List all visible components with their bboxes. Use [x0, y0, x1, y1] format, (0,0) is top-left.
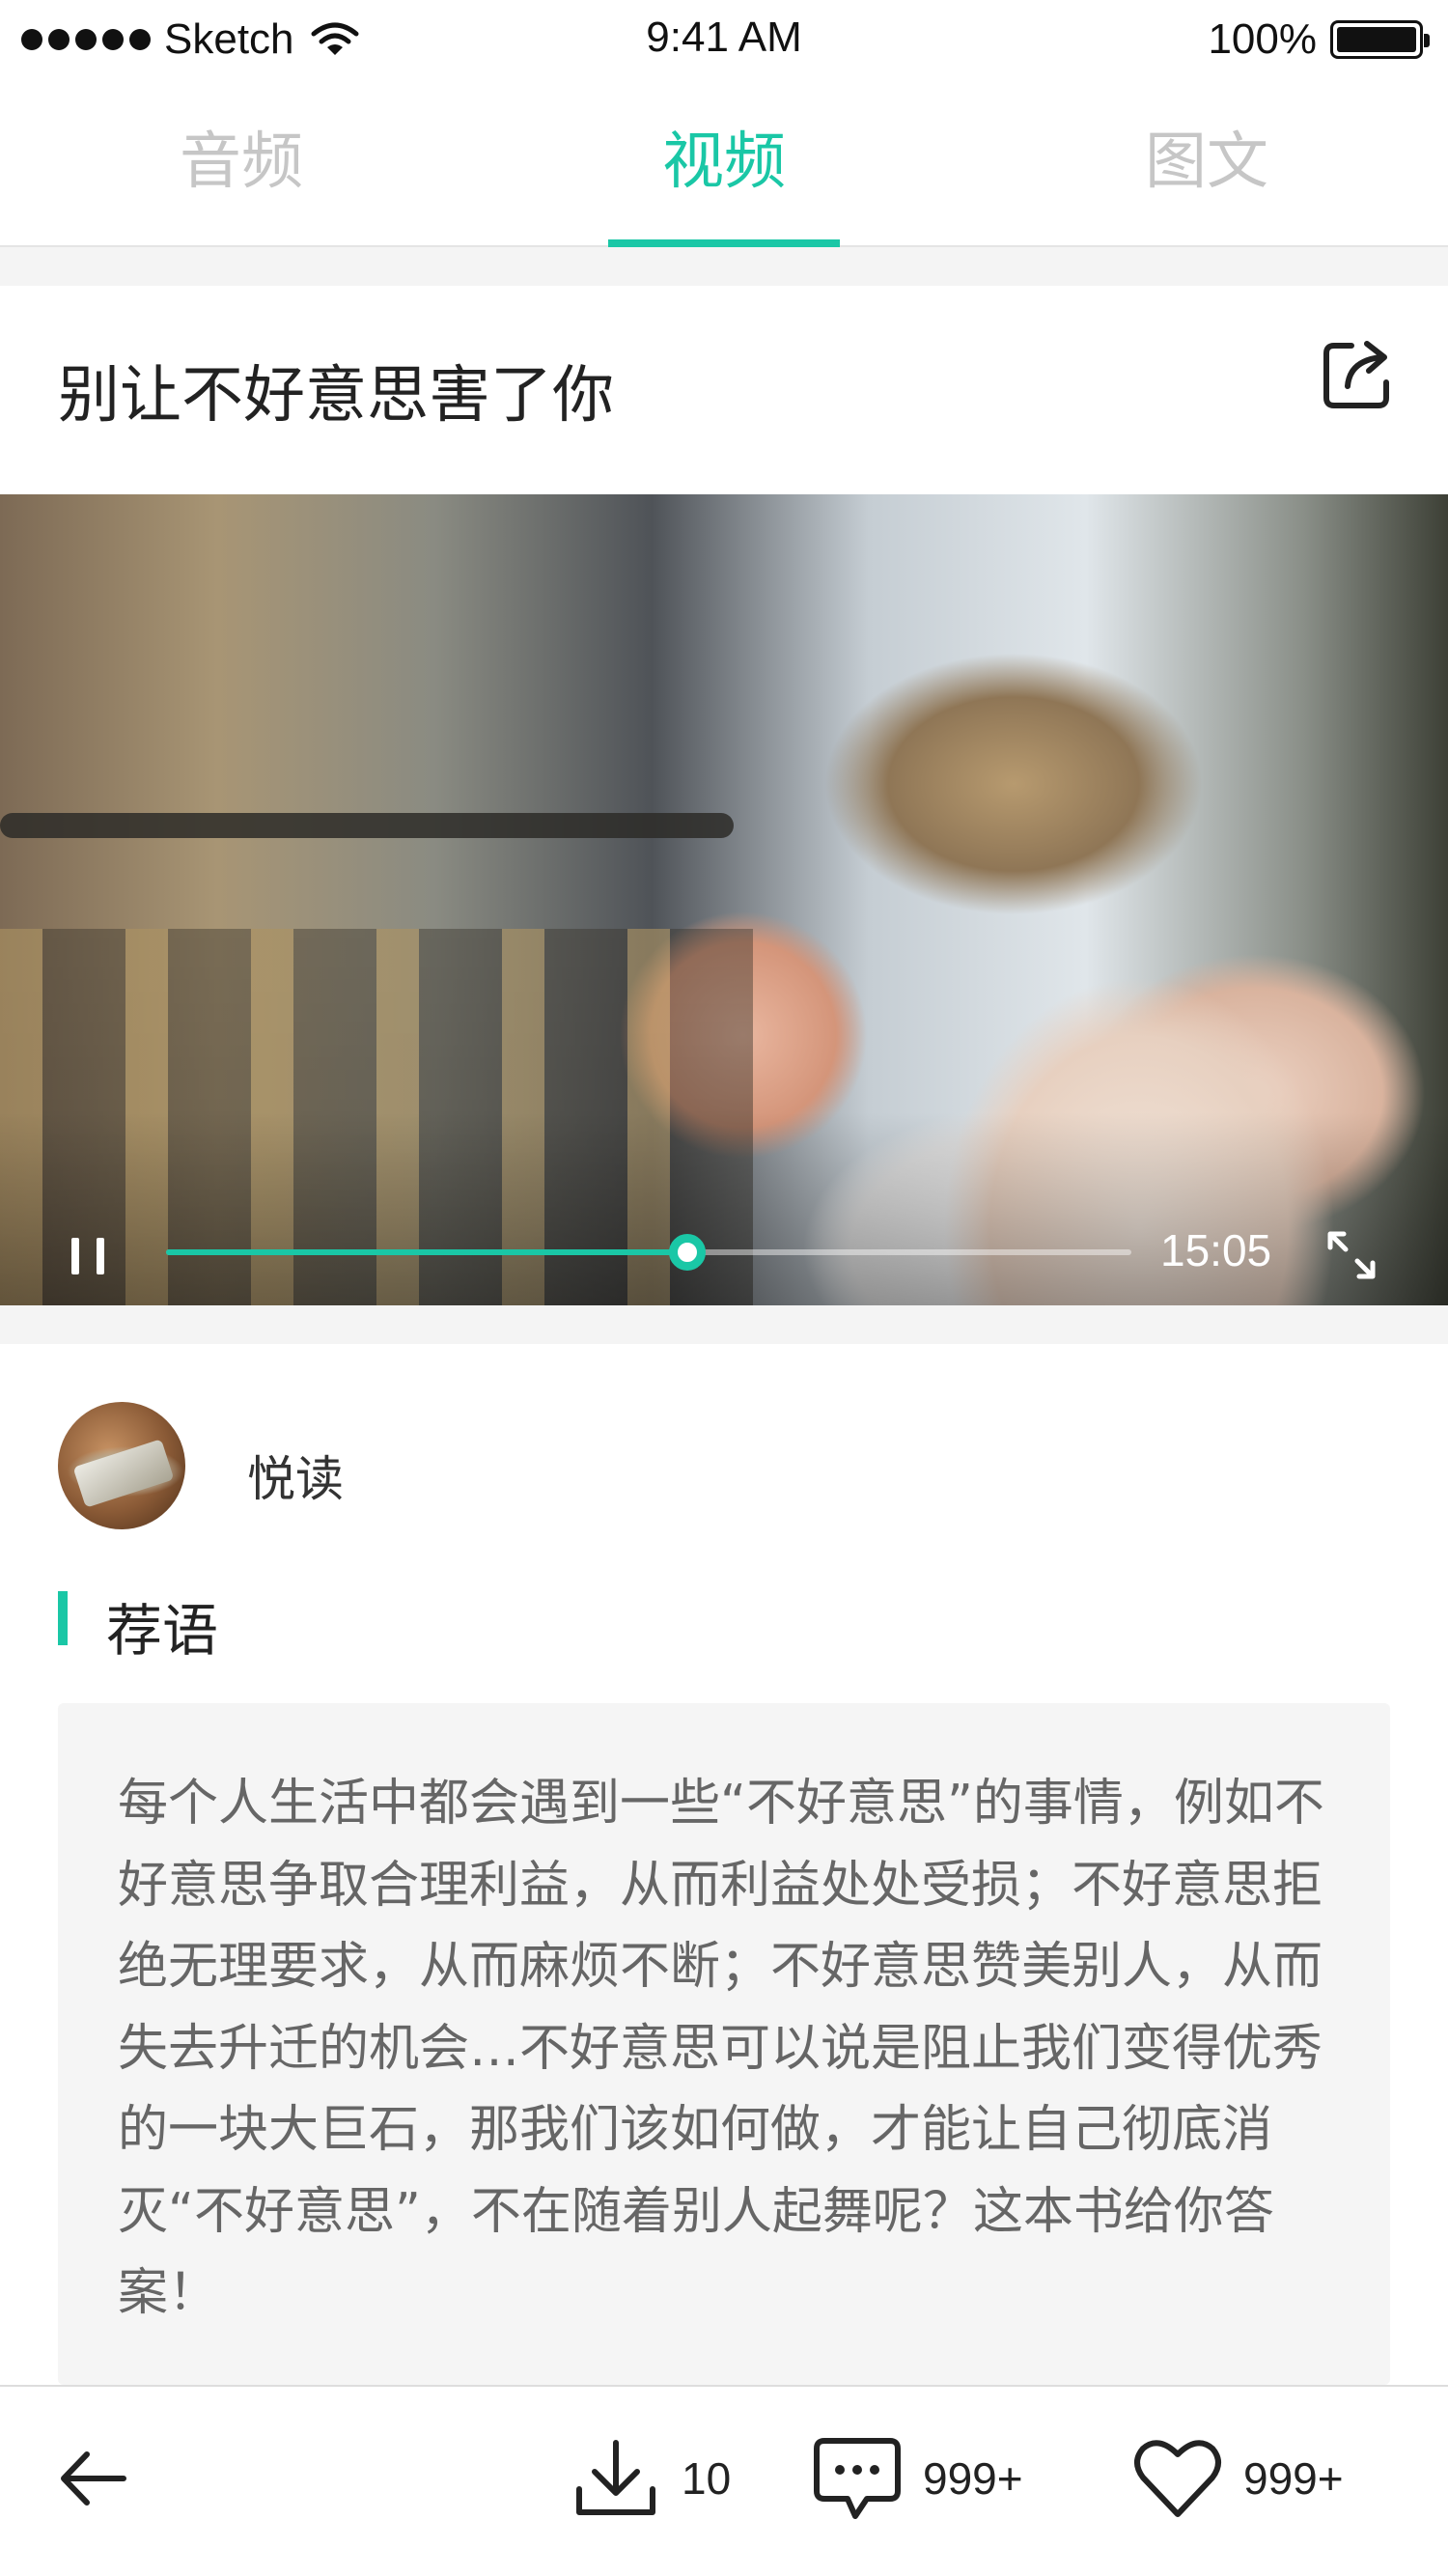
download-button[interactable]: 10 [571, 2435, 731, 2522]
video-progress-handle[interactable] [669, 1234, 706, 1271]
share-icon[interactable] [1317, 334, 1398, 415]
battery-percent: 100% [1208, 15, 1317, 63]
page-title: 别让不好意思害了你 [58, 360, 614, 432]
divider [0, 247, 1448, 286]
bottom-action-bar: 10 999+ 999+ [0, 2385, 1448, 2576]
tab-video[interactable]: 视频 [483, 79, 965, 247]
like-count: 999+ [1243, 2453, 1344, 2504]
section-title: 荐语 [106, 1598, 219, 1664]
tab-audio[interactable]: 音频 [0, 79, 483, 245]
tab-article[interactable]: 图文 [965, 79, 1448, 245]
status-bar: Sketch 9:41 AM 100% [0, 0, 1448, 79]
status-right: 100% [1208, 15, 1430, 64]
comment-button[interactable]: 999+ [813, 2435, 1023, 2522]
back-arrow-icon[interactable] [56, 2441, 131, 2516]
comment-icon [814, 2438, 901, 2519]
download-count: 10 [682, 2453, 732, 2504]
download-icon [576, 2440, 655, 2515]
pause-icon[interactable] [68, 1234, 110, 1276]
author-avatar[interactable] [58, 1402, 185, 1529]
heart-icon [1134, 2440, 1221, 2517]
video-duration: 15:05 [1160, 1225, 1272, 1275]
comment-count: 999+ [923, 2453, 1023, 2504]
recommendation-text: 每个人生活中都会遇到一些“不好意思”的事情，例如不好意思争取合理利益，从而利益处… [118, 1775, 1324, 2322]
battery-icon [1330, 20, 1430, 59]
fullscreen-icon[interactable] [1324, 1228, 1378, 1282]
like-button[interactable]: 999+ [1133, 2435, 1344, 2522]
video-frame-detail [0, 813, 734, 838]
divider [0, 1305, 1448, 1344]
content-type-tabs: 音频 视频 图文 [0, 79, 1448, 247]
title-bar: 别让不好意思害了你 [0, 286, 1448, 494]
video-player[interactable] [0, 494, 1448, 1305]
video-progress-fill [166, 1249, 687, 1255]
video-progress-bar[interactable] [166, 1234, 1131, 1271]
author-name[interactable]: 悦读 [247, 1441, 344, 1510]
section-accent-bar [58, 1591, 68, 1645]
video-controls-shade [0, 1112, 1448, 1305]
recommendation-box: 每个人生活中都会遇到一些“不好意思”的事情，例如不好意思争取合理利益，从而利益处… [58, 1703, 1390, 2385]
